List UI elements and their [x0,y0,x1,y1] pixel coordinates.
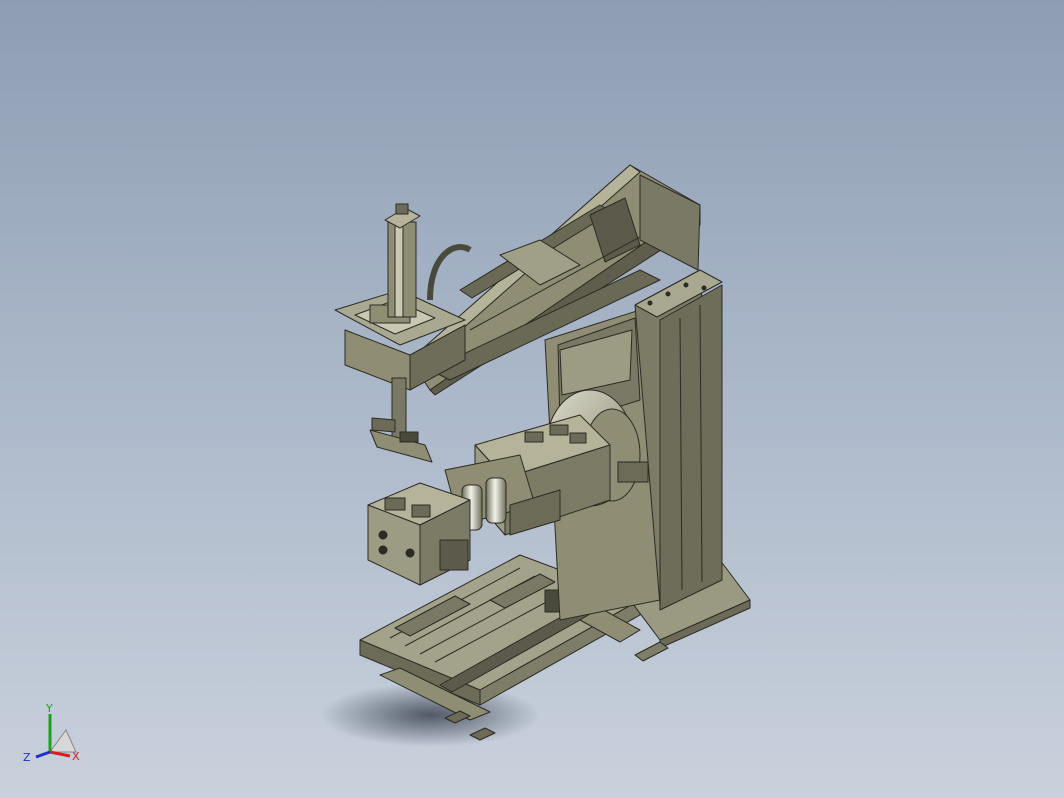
triad-z-axis-icon [35,750,51,759]
graphics-viewport[interactable]: Y X Z [0,0,1064,798]
cad-assembly-model[interactable] [0,0,1064,798]
spindle-motor[interactable] [384,203,421,318]
hanging-gripper[interactable] [369,377,433,463]
triad-base-triangle [49,729,77,753]
front-fixture-block[interactable] [367,482,471,586]
triad-x-axis-icon [49,750,71,758]
triad-x-label: X [72,750,80,763]
view-orientation-triad[interactable]: Y X Z [18,700,98,780]
triad-z-label: Z [23,751,31,764]
triad-y-label: Y [45,702,53,715]
